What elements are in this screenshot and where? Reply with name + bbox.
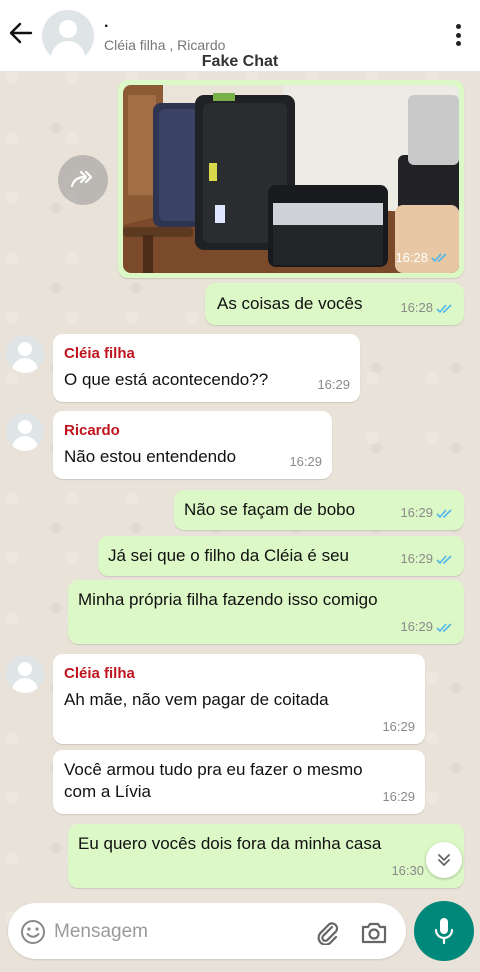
sender-name[interactable]: Cléia filha xyxy=(64,663,414,685)
scroll-to-bottom-button[interactable] xyxy=(426,842,462,878)
suitcases-photo[interactable]: 16:28 xyxy=(123,85,459,273)
message-timestamp: 16:29 xyxy=(400,548,454,570)
message-bubble-incoming[interactable]: Cléia filha O que está acontecendo?? 16:… xyxy=(53,334,360,402)
camera-icon[interactable] xyxy=(360,919,388,945)
message-bubble-outgoing[interactable]: As coisas de vocês 16:28 xyxy=(205,283,464,325)
message-bubble-outgoing[interactable]: Já sei que o filho da Cléia é seu 16:29 xyxy=(98,536,464,576)
message-bubble-incoming[interactable]: Você armou tudo pra eu fazer o mesmo com… xyxy=(53,750,425,814)
chat-title[interactable]: . xyxy=(104,14,108,32)
message-timestamp: 16:29 xyxy=(400,616,454,638)
mic-icon xyxy=(434,918,454,945)
forward-icon xyxy=(70,170,93,188)
attachment-icon[interactable] xyxy=(314,919,340,945)
message-timestamp: 16:30 xyxy=(391,863,424,878)
sender-name[interactable]: Cléia filha xyxy=(64,343,349,365)
double-check-icon xyxy=(436,554,452,564)
message-bubble-incoming[interactable]: Cléia filha Ah mãe, não vem pagar de coi… xyxy=(53,654,425,744)
sender-avatar[interactable] xyxy=(6,413,44,451)
sender-name[interactable]: Ricardo xyxy=(64,420,321,442)
mic-button[interactable] xyxy=(414,901,474,961)
message-text: Ah mãe, não vem pagar de coitada xyxy=(64,690,329,709)
forward-button[interactable] xyxy=(58,155,108,205)
message-input[interactable] xyxy=(54,917,284,947)
message-text: O que está acontecendo?? xyxy=(64,370,269,389)
sender-avatar[interactable] xyxy=(6,655,44,693)
message-timestamp: 16:29 xyxy=(400,502,454,524)
back-arrow-icon[interactable] xyxy=(6,18,36,48)
sender-avatar[interactable] xyxy=(6,335,44,373)
message-text: Minha própria filha fazendo isso comigo xyxy=(78,590,378,609)
menu-kebab-icon[interactable] xyxy=(454,24,462,46)
chat-participants[interactable]: Cléia filha , Ricardo xyxy=(104,37,225,53)
message-text: Não estou entendendo xyxy=(64,447,237,466)
double-check-icon xyxy=(436,508,452,518)
emoji-icon[interactable] xyxy=(20,919,46,945)
message-composer xyxy=(8,903,406,959)
double-check-icon xyxy=(431,253,447,263)
message-text: Eu quero vocês dois fora da minha casa xyxy=(78,834,382,853)
message-bubble-incoming[interactable]: Ricardo Não estou entendendo 16:29 xyxy=(53,411,332,479)
message-timestamp: 16:29 xyxy=(317,377,350,392)
fake-chat-watermark: Fake Chat xyxy=(201,53,279,70)
chevron-double-down-icon xyxy=(438,854,450,866)
message-timestamp: 16:29 xyxy=(289,454,322,469)
double-check-icon xyxy=(436,303,452,313)
message-timestamp: 16:29 xyxy=(382,719,415,734)
photo-timestamp: 16:28 xyxy=(395,250,449,265)
message-bubble-outgoing[interactable]: Minha própria filha fazendo isso comigo … xyxy=(68,580,464,644)
message-bubble-outgoing[interactable]: Não se façam de bobo 16:29 xyxy=(174,490,464,530)
message-timestamp: 16:29 xyxy=(382,789,415,804)
photo-message[interactable]: 16:28 xyxy=(118,80,464,278)
double-check-icon xyxy=(436,622,452,632)
message-text: Você armou tudo pra eu fazer o mesmo com… xyxy=(64,760,363,801)
message-timestamp: 16:28 xyxy=(400,297,454,319)
message-bubble-outgoing[interactable]: Eu quero vocês dois fora da minha casa 1… xyxy=(68,824,464,888)
